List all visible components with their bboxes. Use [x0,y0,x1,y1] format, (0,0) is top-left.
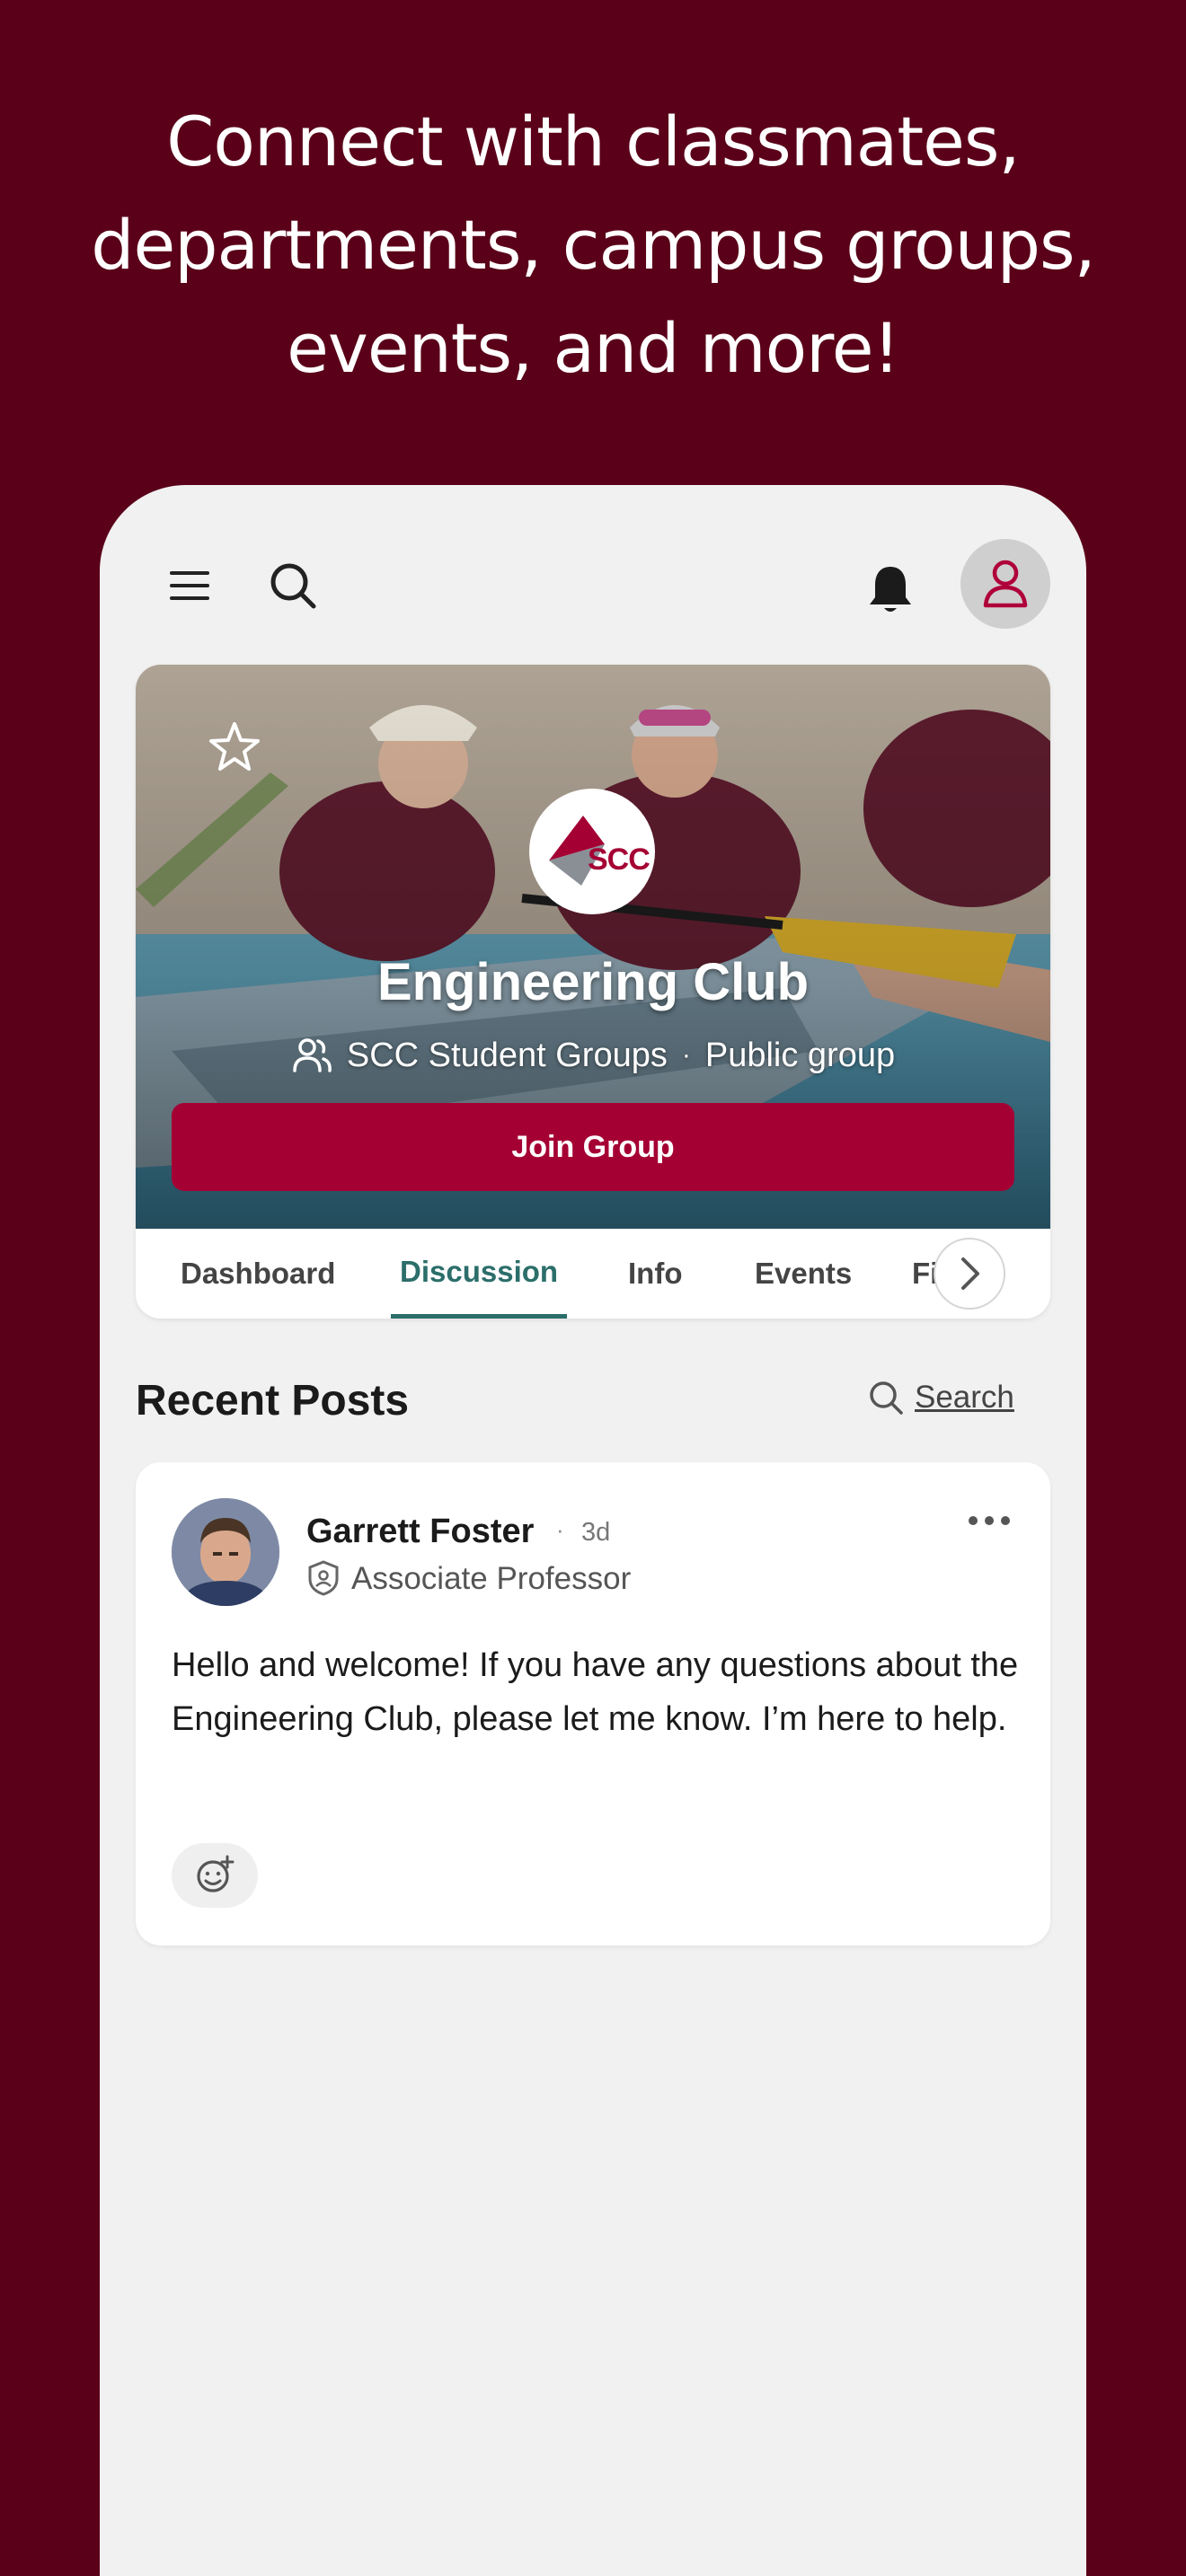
promo-line-2: departments, campus groups, [91,205,1096,285]
post-card: Garrett Foster · 3d Associate Professor … [136,1462,1050,1945]
menu-button[interactable] [154,550,226,622]
group-header-card: SCC Engineering Club SCC Student Groups … [136,665,1050,1319]
add-emoji-icon [197,1855,235,1892]
bell-icon [870,567,911,612]
promo-headline: Connect with classmates, departments, ca… [0,90,1186,400]
group-visibility: Public group [704,1036,896,1074]
post-author-role: Associate Professor [351,1561,632,1596]
profile-avatar-button[interactable] [960,539,1050,629]
tab-discussion[interactable]: Discussion [391,1229,568,1319]
post-meta-separator: · [556,1516,564,1543]
posts-search-link[interactable]: Search [868,1380,1014,1416]
meta-separator: · [681,1040,691,1070]
group-tabs: Dashboard Discussion Info Events Fi [136,1229,1050,1319]
join-group-button[interactable]: Join Group [172,1103,1014,1191]
search-icon [870,1381,903,1415]
recent-posts-title: Recent Posts [136,1377,410,1425]
add-reaction-button[interactable] [172,1843,258,1908]
group-meta: SCC Student Groups · Public group [136,1035,1050,1076]
group-logo: SCC [529,789,655,914]
notifications-button[interactable] [850,550,931,631]
tabs-scroll-next-button[interactable] [934,1238,1005,1310]
top-app-bar [100,485,1086,665]
post-author-name[interactable]: Garrett Foster [306,1513,534,1551]
post-body: Hello and welcome! If you have any quest… [172,1646,1019,1738]
author-photo [172,1498,279,1606]
group-name: Engineering Club [376,953,810,1011]
search-button[interactable] [257,550,329,622]
tab-events[interactable]: Events [755,1229,852,1319]
favorite-button[interactable] [206,719,263,776]
menu-icon [170,571,209,600]
group-category: SCC Student Groups [346,1036,668,1074]
tab-dashboard[interactable]: Dashboard [181,1229,335,1319]
posts-search-label: Search [915,1380,1014,1415]
promo-line-3: events, and more! [287,308,900,388]
tab-info[interactable]: Info [628,1229,682,1319]
logo-text: SCC [588,842,651,877]
user-icon [983,560,1028,608]
post-timestamp: 3d [581,1518,611,1547]
search-icon [270,563,316,609]
shield-badge-icon [308,1560,339,1596]
star-icon [209,722,260,771]
phone-screen: SCC Engineering Club SCC Student Groups … [100,485,1086,2576]
group-cover-image: SCC Engineering Club SCC Student Groups … [136,665,1050,1229]
post-more-options-button[interactable] [962,1507,1016,1534]
people-icon [293,1038,332,1072]
more-horizontal-icon [969,1516,1010,1525]
author-avatar[interactable] [172,1498,279,1606]
chevron-right-icon [961,1257,979,1290]
promo-line-1: Connect with classmates, [166,101,1020,181]
